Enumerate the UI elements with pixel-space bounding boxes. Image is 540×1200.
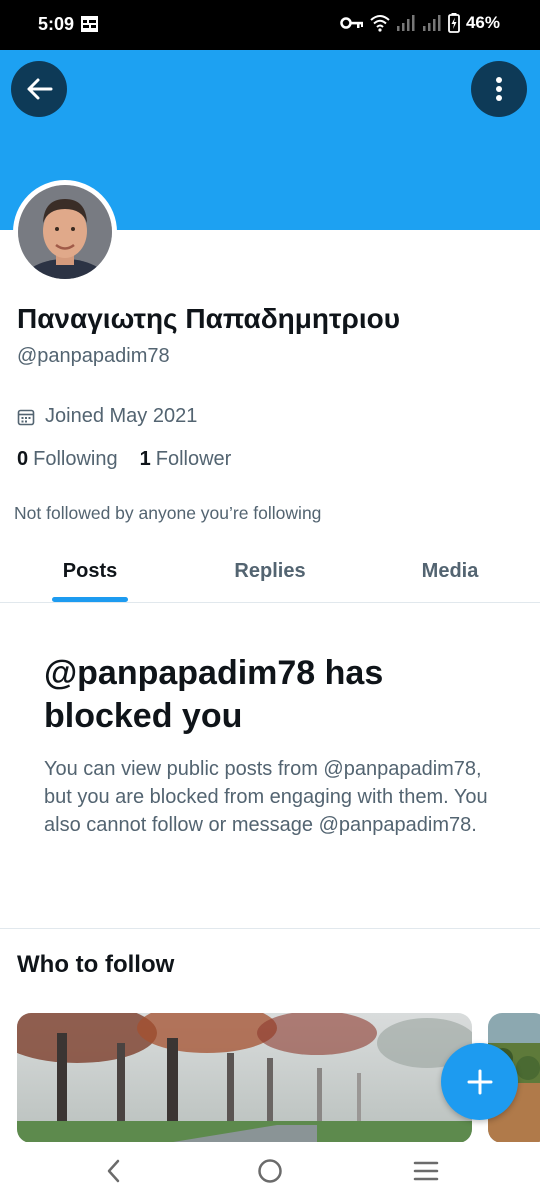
suggestion-card[interactable] — [17, 1013, 472, 1143]
circle-home-icon — [258, 1159, 282, 1183]
plus-icon — [467, 1069, 492, 1094]
battery-percent: 46% — [465, 13, 500, 32]
section-divider — [0, 928, 540, 929]
avatar[interactable] — [13, 180, 117, 284]
wifi-icon — [370, 15, 390, 32]
battery-charging-icon — [448, 13, 460, 33]
display-name: Παναγιωτης Παπαδημητριου — [17, 303, 401, 334]
status-bar: 5:09 46% — [0, 0, 540, 50]
system-back-button[interactable] — [94, 1154, 134, 1188]
arrow-left-icon — [27, 78, 53, 100]
tab-media[interactable]: Media — [405, 560, 495, 583]
not-followed-note: Not followed by anyone you’re following — [14, 503, 322, 523]
blocked-message: You can view public posts from @panpapad… — [44, 758, 488, 836]
signal-icon — [396, 15, 415, 31]
following-label: Following — [33, 448, 118, 470]
chevron-left-icon — [107, 1159, 120, 1183]
key-icon — [340, 17, 363, 29]
back-button[interactable] — [11, 61, 67, 117]
blocked-title: @panpapadim78 has blocked you — [44, 654, 384, 735]
joined-date: Joined May 2021 — [17, 405, 197, 428]
joined-label: Joined May 2021 — [45, 405, 198, 427]
followers-label: Follower — [155, 448, 232, 470]
tab-posts[interactable]: Posts — [52, 560, 128, 583]
active-tab-indicator — [52, 597, 128, 602]
following-count: 0 — [17, 448, 29, 470]
signal-icon — [422, 15, 441, 31]
profile-tabs: Posts Replies Media — [0, 548, 540, 603]
who-to-follow-title: Who to follow — [17, 951, 175, 978]
status-icons: 46% — [340, 13, 500, 33]
follow-stats: 0 Following 1 Follower — [17, 448, 231, 471]
status-time: 5:09 — [38, 14, 75, 34]
following-link[interactable]: 0 Following — [17, 448, 118, 471]
grid-icon — [81, 16, 98, 32]
more-vertical-icon — [496, 77, 502, 101]
tab-replies[interactable]: Replies — [225, 560, 315, 583]
calendar-icon — [17, 409, 35, 425]
user-handle: @panpapadim78 — [17, 345, 170, 367]
avatar-image — [18, 185, 112, 279]
followers-count: 1 — [139, 448, 151, 470]
compose-button[interactable] — [441, 1043, 518, 1120]
suggestion-banner-image — [17, 1013, 472, 1143]
menu-lines-icon — [413, 1161, 439, 1181]
system-navigation-bar — [0, 1142, 540, 1200]
system-recents-button[interactable] — [406, 1154, 446, 1188]
more-options-button[interactable] — [471, 61, 527, 117]
system-home-button[interactable] — [250, 1154, 290, 1188]
followers-link[interactable]: 1 Follower — [140, 448, 232, 471]
